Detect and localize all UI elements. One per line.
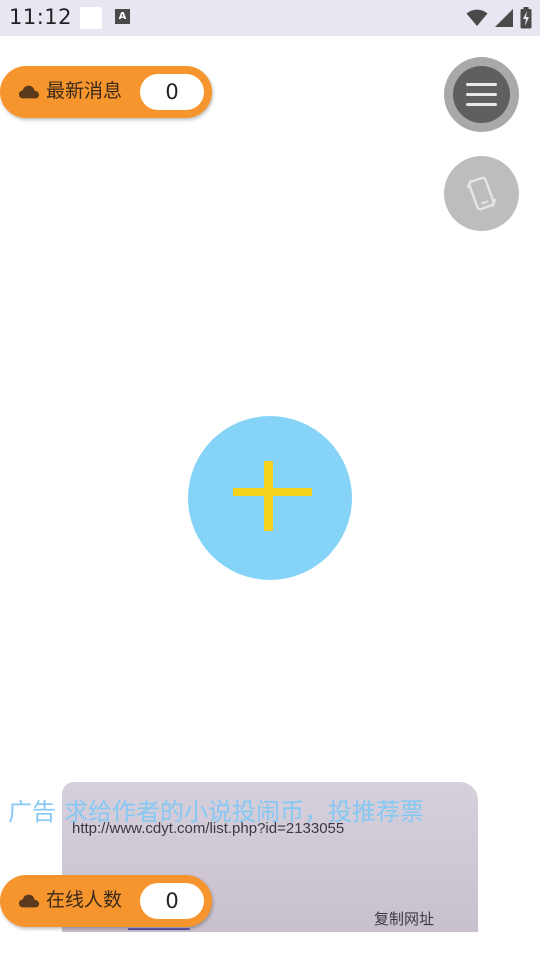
plus-icon-vertical [264,461,273,531]
online-count: 0 [140,883,204,919]
online-pill[interactable]: 在线人数 0 [0,875,212,927]
ad-line[interactable]: 广告 求给作者的小说投闹币，投推荐票 [8,792,424,827]
news-count: 0 [140,74,204,110]
ad-text: 求给作者的小说投闹币，投推荐票 [64,798,424,826]
hamburger-menu-icon [453,66,510,123]
cloud-icon [18,85,40,99]
menu-line [466,93,497,96]
rotate-screen-button[interactable] [444,156,519,231]
menu-line [466,83,497,86]
status-bar: 11:12 A [0,0,540,36]
ad-url: http://www.cdyt.com/list.php?id=2133055 [72,820,345,837]
online-label: 在线人数 [46,889,123,911]
screen-rotate-icon [467,176,496,211]
wifi-icon [466,9,488,26]
battery-charging-icon [520,7,532,29]
copy-url-button[interactable]: 复制网址 [374,908,434,929]
cloud-icon [18,894,40,908]
status-time: 11:12 [9,5,73,29]
news-pill[interactable]: 最新消息 0 [0,66,212,118]
square-notification-icon [80,7,102,29]
signal-icon [495,9,513,27]
news-label: 最新消息 [46,80,123,102]
bottom-area [0,932,540,960]
ad-label: 广告 [8,798,56,826]
a-badge-icon: A [115,9,130,24]
menu-line [466,103,497,106]
menu-button[interactable] [444,57,519,132]
add-button[interactable] [188,416,352,580]
app-screen: 11:12 A 最新消息 0 http://www.cdyt.com/list.… [0,0,540,960]
status-indicators [466,6,532,30]
